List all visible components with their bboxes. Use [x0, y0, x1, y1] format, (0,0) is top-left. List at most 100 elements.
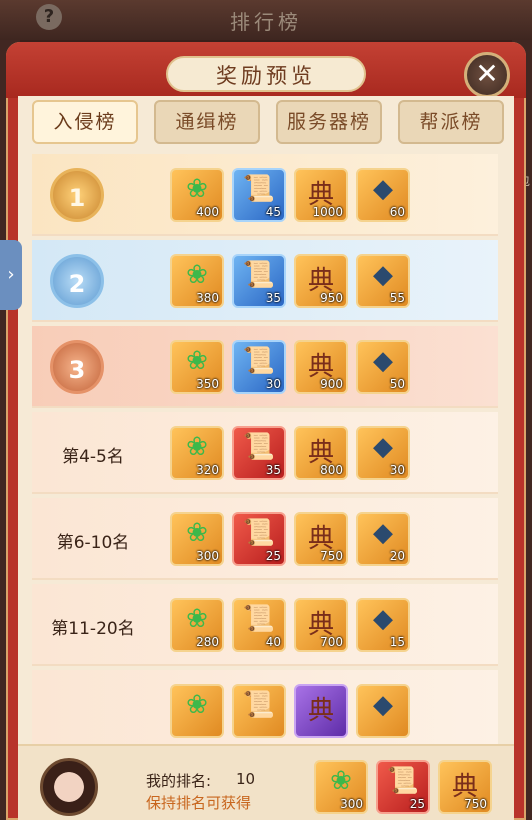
- item-quantity: 25: [409, 797, 425, 811]
- background-title: 排行榜: [230, 10, 302, 34]
- jade-icon: ❀: [186, 260, 208, 290]
- crystal-icon: ◆: [373, 432, 393, 462]
- item-quantity: 20: [389, 549, 405, 563]
- reward-item[interactable]: ❀ 380: [170, 254, 224, 308]
- keep-rank-reward-text: 保持排名可获得: [146, 794, 252, 812]
- reward-item[interactable]: 典 900: [294, 340, 348, 394]
- tab-guild[interactable]: 帮派榜: [398, 100, 504, 144]
- reward-item[interactable]: ❀ 300: [170, 512, 224, 566]
- reward-item[interactable]: 典: [294, 684, 348, 738]
- reward-item[interactable]: 典 700: [294, 598, 348, 652]
- item-quantity: 25: [265, 549, 281, 563]
- jade-icon: ❀: [186, 174, 208, 204]
- crystal-icon: ◆: [373, 690, 393, 720]
- reward-item[interactable]: 典 750: [294, 512, 348, 566]
- crystal-icon: ◆: [373, 604, 393, 634]
- item-quantity: 45: [265, 205, 281, 219]
- item-quantity: 50: [389, 377, 405, 391]
- reward-item[interactable]: ◆ 55: [356, 254, 410, 308]
- reward-item[interactable]: ❀ 320: [170, 426, 224, 480]
- item-quantity: 30: [265, 377, 281, 391]
- reward-item[interactable]: ❀ 280: [170, 598, 224, 652]
- item-quantity: 900: [320, 377, 343, 391]
- reward-item[interactable]: ❀: [170, 684, 224, 738]
- rank-label: 第11-20名: [51, 619, 135, 639]
- jade-icon: ❀: [186, 432, 208, 462]
- item-quantity: 350: [196, 377, 219, 391]
- reward-row: 3 ❀ 350 📜 30 典 900 ◆ 50: [32, 326, 498, 408]
- side-expand-tab[interactable]: ›: [0, 240, 22, 310]
- modal-body: 入侵榜 通缉榜 服务器榜 帮派榜 1 ❀ 400 📜 45 典 1000 ◆ 60 2 ❀ 380 📜 3…: [18, 96, 514, 820]
- scroll-icon: 📜: [242, 604, 276, 634]
- reward-item[interactable]: ❀ 400: [170, 168, 224, 222]
- my-rank-label: 我的排名:: [146, 772, 212, 790]
- reward-row: 第4-5名 ❀ 320 📜 35 典 800 ◆ 30: [32, 412, 498, 494]
- scroll-icon: 📜: [386, 766, 420, 796]
- reward-item[interactable]: ◆ 50: [356, 340, 410, 394]
- item-quantity: 400: [196, 205, 219, 219]
- scroll-icon: 📜: [242, 690, 276, 720]
- reward-item[interactable]: 典 950: [294, 254, 348, 308]
- item-quantity: 55: [389, 291, 405, 305]
- reward-list[interactable]: 1 ❀ 400 📜 45 典 1000 ◆ 60 2 ❀ 380 📜 35 典 950 ◆ 55 3 ❀ 350 📜 30 典…: [32, 154, 498, 744]
- item-quantity: 750: [464, 797, 487, 811]
- jade-icon: ❀: [186, 690, 208, 720]
- reward-row: ❀ 📜 典 ◆: [32, 670, 498, 744]
- close-button[interactable]: ✕: [464, 52, 510, 98]
- jade-icon: ❀: [186, 604, 208, 634]
- item-quantity: 700: [320, 635, 343, 649]
- reward-item[interactable]: 📜 35: [232, 426, 286, 480]
- tab-server[interactable]: 服务器榜: [276, 100, 382, 144]
- avatar[interactable]: [40, 758, 98, 816]
- crystal-icon: ◆: [373, 260, 393, 290]
- my-rank-footer: 我的排名: 10 保持排名可获得 ❀ 300 📜 25 典 750: [18, 744, 514, 820]
- rank-medal-icon: 1: [50, 168, 104, 222]
- tab-wanted[interactable]: 通缉榜: [154, 100, 260, 144]
- scroll-icon: 📜: [242, 518, 276, 548]
- item-quantity: 35: [265, 291, 281, 305]
- jade-icon: ❀: [186, 518, 208, 548]
- reward-item[interactable]: 📜 45: [232, 168, 286, 222]
- reward-item[interactable]: ◆: [356, 684, 410, 738]
- reward-item[interactable]: ◆ 60: [356, 168, 410, 222]
- reward-row: 1 ❀ 400 📜 45 典 1000 ◆ 60: [32, 154, 498, 236]
- scroll-icon: 📜: [242, 432, 276, 462]
- rank-medal-icon: 3: [50, 340, 104, 394]
- item-quantity: 800: [320, 463, 343, 477]
- rank-label: 第4-5名: [62, 447, 124, 467]
- scroll-icon: 📜: [242, 174, 276, 204]
- reward-item[interactable]: 📜 25: [232, 512, 286, 566]
- reward-item[interactable]: 📜 40: [232, 598, 286, 652]
- jade-icon: ❀: [330, 766, 352, 796]
- item-quantity: 60: [389, 205, 405, 219]
- reward-item[interactable]: ◆ 20: [356, 512, 410, 566]
- scroll-icon: 📜: [242, 260, 276, 290]
- reward-item[interactable]: 📜 30: [232, 340, 286, 394]
- reward-item[interactable]: 典 800: [294, 426, 348, 480]
- item-quantity: 320: [196, 463, 219, 477]
- reward-row: 2 ❀ 380 📜 35 典 950 ◆ 55: [32, 240, 498, 322]
- reward-item[interactable]: 典 1000: [294, 168, 348, 222]
- item-quantity: 950: [320, 291, 343, 305]
- reward-item[interactable]: ❀ 300: [314, 760, 368, 814]
- reward-item[interactable]: 典 750: [438, 760, 492, 814]
- reward-item[interactable]: 📜 35: [232, 254, 286, 308]
- item-quantity: 750: [320, 549, 343, 563]
- reward-item[interactable]: 📜 25: [376, 760, 430, 814]
- item-quantity: 300: [196, 549, 219, 563]
- item-quantity: 280: [196, 635, 219, 649]
- tab-invasion[interactable]: 入侵榜: [32, 100, 138, 144]
- book-icon: 典: [307, 696, 334, 726]
- jade-icon: ❀: [186, 346, 208, 376]
- item-quantity: 380: [196, 291, 219, 305]
- rank-label: 第6-10名: [56, 533, 130, 553]
- my-rank-value: 10: [236, 770, 256, 788]
- reward-item[interactable]: 📜: [232, 684, 286, 738]
- crystal-icon: ◆: [373, 518, 393, 548]
- rank-medal-icon: 2: [50, 254, 104, 308]
- reward-item[interactable]: ❀ 350: [170, 340, 224, 394]
- item-quantity: 35: [265, 463, 281, 477]
- reward-item[interactable]: ◆ 15: [356, 598, 410, 652]
- scroll-icon: 📜: [242, 346, 276, 376]
- reward-item[interactable]: ◆ 30: [356, 426, 410, 480]
